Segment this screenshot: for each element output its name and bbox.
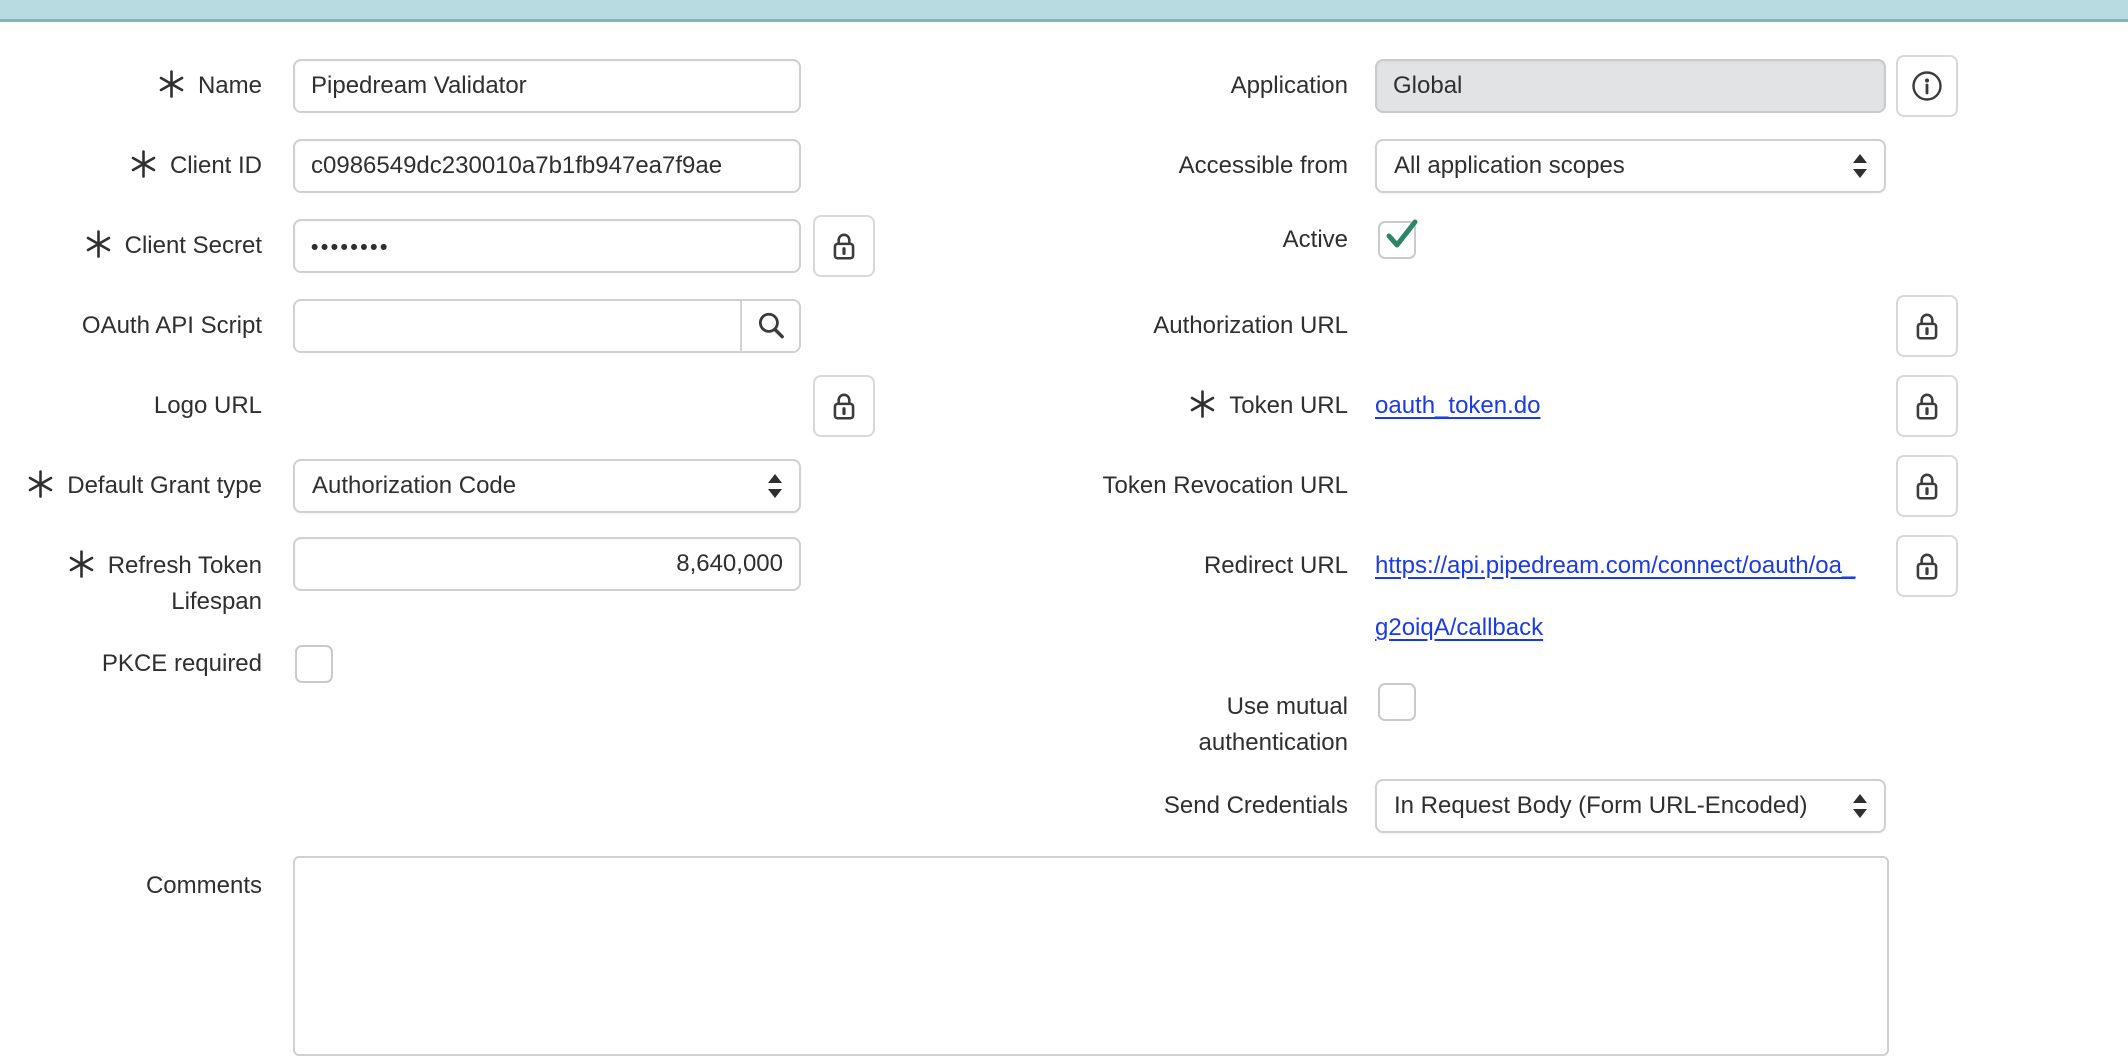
token-revocation-url-lock-button[interactable] [1896,455,1958,517]
active-checkbox[interactable] [1378,221,1416,259]
header-bar [0,0,2128,22]
client-secret-input[interactable] [293,219,801,273]
accessible-from-label: Accessible from [1000,139,1348,193]
oauth-api-script-label: OAuth API Script [0,299,262,353]
redirect-url-label: Redirect URL [1000,535,1348,597]
reference-lookup-button[interactable] [740,301,799,351]
authorization-url-label: Authorization URL [1000,295,1348,357]
default-grant-type-label: Default Grant type [0,459,262,513]
default-grant-type-select[interactable]: Authorization Code [293,459,801,513]
application-input [1375,59,1886,113]
comments-textarea[interactable] [293,856,1889,1056]
lock-icon [1912,390,1942,422]
updown-arrows-icon [1852,154,1868,178]
logo-url-label: Logo URL [0,375,262,437]
send-credentials-label: Send Credentials [1000,779,1348,833]
redirect-url-lock-button[interactable] [1896,535,1958,597]
lock-icon [1912,550,1942,582]
token-url-label: Token URL [1000,375,1348,437]
required-asterisk-icon [27,470,54,498]
pkce-required-label: PKCE required [0,645,262,683]
send-credentials-select[interactable]: In Request Body (Form URL-Encoded) [1375,779,1886,833]
lock-icon [1912,470,1942,502]
updown-arrows-icon [1852,794,1868,818]
use-mutual-authentication-checkbox[interactable] [1378,683,1416,721]
required-asterisk-icon [1189,390,1216,418]
required-asterisk-icon [130,150,157,178]
comments-label: Comments [0,856,262,916]
active-label: Active [1000,221,1348,259]
pkce-required-checkbox[interactable] [295,645,333,683]
token-url-link[interactable]: oauth_token.do [1375,375,1540,437]
application-label: Application [1000,59,1348,113]
redirect-url-link[interactable]: https://api.pipedream.com/connect/oauth/… [1375,535,1855,659]
lock-icon [829,390,859,422]
use-mutual-authentication-label: Use mutual authentication [1000,689,1348,761]
application-info-button[interactable] [1896,55,1958,117]
refresh-token-lifespan-label: Refresh Token Lifespan [0,548,262,620]
authorization-url-lock-button[interactable] [1896,295,1958,357]
name-input[interactable] [293,59,801,113]
accessible-from-select[interactable]: All application scopes [1375,139,1886,193]
oauth-api-script-field [293,299,801,353]
token-url-lock-button[interactable] [1896,375,1958,437]
logo-url-lock-button[interactable] [813,375,875,437]
client-secret-lock-button[interactable] [813,215,875,277]
refresh-token-lifespan-input[interactable] [293,537,801,591]
lock-icon [829,230,859,262]
search-icon [755,310,787,342]
token-revocation-url-label: Token Revocation URL [1000,455,1348,517]
info-icon [1910,69,1944,103]
checkmark-icon [1381,215,1423,255]
client-id-label: Client ID [0,139,262,193]
lock-icon [1912,310,1942,342]
name-label: Name [0,59,262,113]
required-asterisk-icon [68,550,95,578]
updown-arrows-icon [767,474,783,498]
client-secret-label: Client Secret [0,219,262,273]
oauth-api-script-input[interactable] [295,301,740,351]
required-asterisk-icon [85,230,112,258]
required-asterisk-icon [158,70,185,98]
client-id-input[interactable] [293,139,801,193]
